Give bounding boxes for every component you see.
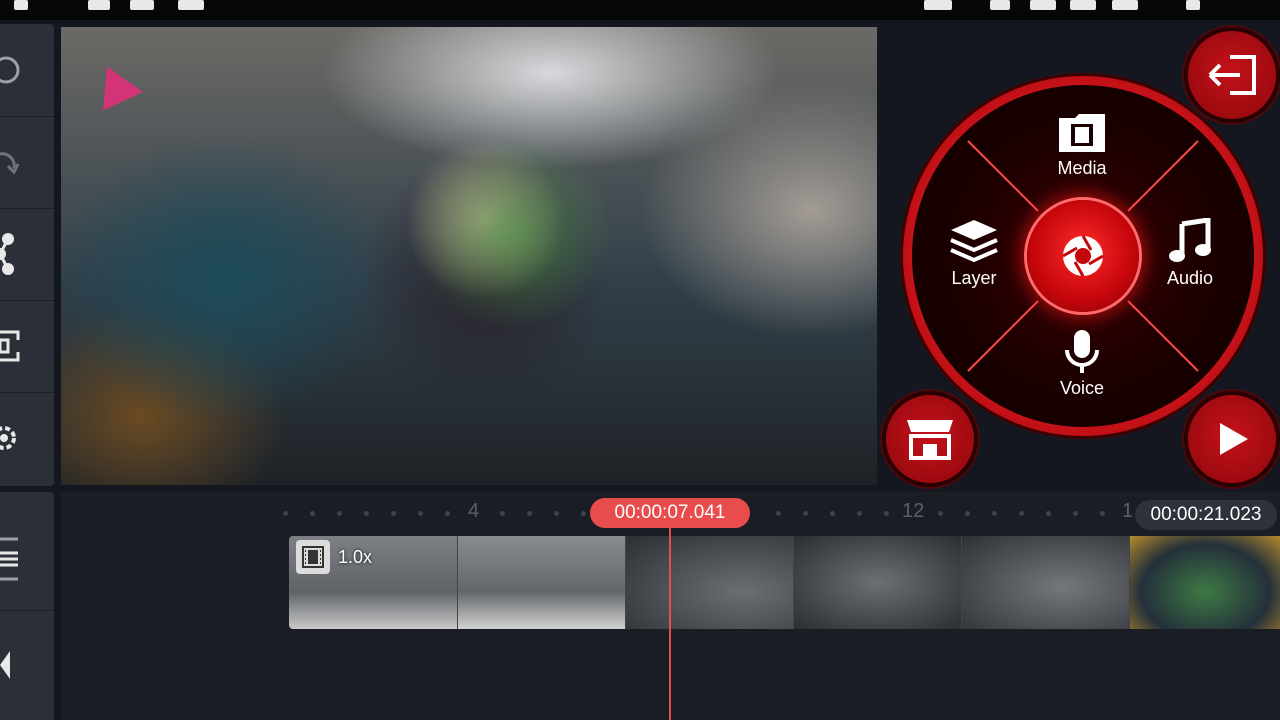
clip-thumbnail <box>457 536 626 629</box>
status-photo-icon <box>178 0 204 10</box>
ruler-tick <box>337 511 342 516</box>
ruler-tick <box>965 511 970 516</box>
ruler-tick <box>310 511 315 516</box>
layers-icon <box>950 220 998 263</box>
video-preview[interactable] <box>61 27 877 485</box>
status-notification-icon <box>14 0 28 10</box>
store-icon <box>907 420 953 460</box>
clip-thumbnail <box>961 536 1130 629</box>
ruler-tick <box>776 511 781 516</box>
status-signal-3-icon <box>1112 0 1138 10</box>
ruler-tick <box>938 511 943 516</box>
status-wifi-icon <box>990 0 1010 10</box>
film-icon <box>296 540 330 574</box>
music-note-icon <box>1169 218 1211 262</box>
rewind-icon <box>0 651 10 679</box>
clip-speed-text: 1.0x <box>338 546 373 567</box>
ruler-tick <box>283 511 288 516</box>
capture-button[interactable] <box>1027 200 1139 312</box>
ruler-tick <box>803 511 808 516</box>
ruler-label-end: 1 <box>1122 500 1134 522</box>
clip-speed-badge: 1.0x <box>296 540 372 574</box>
ruler-tick <box>1046 511 1051 516</box>
share-icon <box>0 233 14 275</box>
ruler-tick <box>445 511 450 516</box>
redo-icon <box>0 152 20 175</box>
status-cast-icon <box>924 0 952 10</box>
layer-button[interactable]: Layer <box>919 218 1029 289</box>
play-icon <box>1220 423 1248 455</box>
play-button[interactable] <box>1188 395 1276 483</box>
exit-icon <box>1208 55 1256 95</box>
undo-button[interactable] <box>0 24 54 117</box>
crop-icon <box>0 330 20 362</box>
ruler-tick <box>554 511 559 516</box>
status-signal-2-icon <box>1070 0 1096 10</box>
voice-label: Voice <box>1059 378 1105 398</box>
ruler-label-4: 4 <box>468 500 480 522</box>
status-bar <box>0 0 1280 20</box>
timeline-expand-icon <box>0 537 18 581</box>
audio-button[interactable]: Audio <box>1135 218 1245 289</box>
voice-button[interactable]: Voice <box>1027 328 1137 399</box>
asset-store-button[interactable] <box>886 395 974 483</box>
status-message-icon <box>130 0 154 10</box>
status-shield-icon <box>88 0 110 10</box>
ruler-tick <box>527 511 532 516</box>
ruler-tick <box>884 511 889 516</box>
ruler-tick <box>992 511 997 516</box>
exit-button[interactable] <box>1188 31 1276 119</box>
ruler-tick <box>391 511 396 516</box>
ruler-tick <box>857 511 862 516</box>
ruler-tick <box>500 511 505 516</box>
ruler-tick <box>1019 511 1024 516</box>
video-clip[interactable] <box>289 536 1280 629</box>
status-battery-icon <box>1186 0 1200 10</box>
settings-icon <box>0 426 16 450</box>
share-button[interactable] <box>0 208 54 301</box>
sidebar-bottom <box>0 492 54 720</box>
capture-icon <box>1062 235 1104 277</box>
media-button[interactable]: Media <box>1027 112 1137 179</box>
rewind-button[interactable] <box>0 610 54 720</box>
ruler-tick <box>418 511 423 516</box>
watermark-logo <box>87 57 143 111</box>
layer-label: Layer <box>951 268 997 288</box>
undo-icon <box>0 56 20 84</box>
redo-button[interactable] <box>0 116 54 209</box>
ruler-tick <box>581 511 586 516</box>
audio-label: Audio <box>1166 268 1214 288</box>
ruler-label-12: 12 <box>902 500 925 522</box>
clip-thumbnail <box>625 536 794 629</box>
ruler-tick <box>1073 511 1078 516</box>
settings-button[interactable] <box>0 392 54 484</box>
microphone-icon <box>1065 330 1099 373</box>
ruler-tick <box>830 511 835 516</box>
total-duration: 00:00:21.023 <box>1135 500 1277 530</box>
media-label: Media <box>1057 158 1107 178</box>
clip-thumbnail <box>793 536 962 629</box>
crop-button[interactable] <box>0 300 54 393</box>
ruler-tick <box>1100 511 1105 516</box>
timeline-expand-button[interactable] <box>0 504 54 611</box>
status-signal-icon <box>1030 0 1056 10</box>
clip-thumbnail <box>1129 536 1280 629</box>
playhead[interactable] <box>669 528 671 720</box>
current-time-indicator[interactable]: 00:00:07.041 <box>590 498 750 528</box>
sidebar-top <box>0 24 54 486</box>
ruler-tick <box>364 511 369 516</box>
media-folder-icon <box>1059 114 1105 152</box>
